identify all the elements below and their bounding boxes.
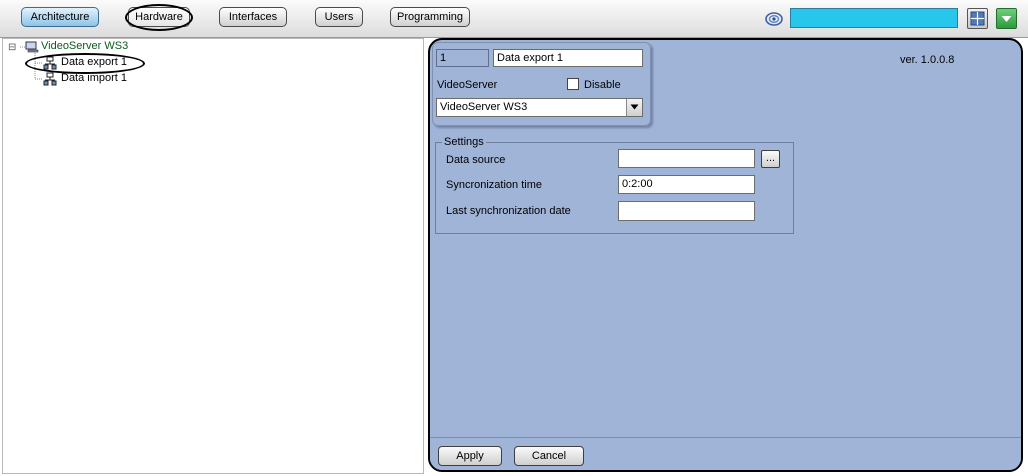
object-name-field[interactable]: Data export 1 [493, 49, 643, 67]
top-toolbar: Architecture Hardware Interfaces Users P… [0, 0, 1028, 38]
server-icon [25, 41, 39, 53]
data-export-icon [43, 56, 57, 70]
parent-select[interactable]: VideoServer WS3 [436, 98, 643, 117]
object-tree: ⊟ VideoServer WS3 Data export 1 Data imp… [2, 38, 424, 474]
select-dropdown-button[interactable] [626, 99, 642, 116]
tab-interfaces[interactable]: Interfaces [219, 7, 287, 27]
tree-item-label: VideoServer WS3 [41, 40, 129, 52]
parent-select-value: VideoServer WS3 [440, 101, 528, 113]
chevron-down-icon [630, 104, 639, 110]
cancel-button[interactable]: Cancel [514, 446, 584, 466]
disable-checkbox[interactable] [567, 78, 579, 90]
data-import-icon [43, 72, 57, 86]
action-bar: Apply Cancel [430, 437, 1021, 470]
version-label: ver. 1.0.0.8 [900, 54, 955, 66]
tab-users[interactable]: Users [315, 7, 363, 27]
last-sync-field[interactable] [618, 201, 755, 221]
tab-hardware[interactable]: Hardware [128, 7, 190, 27]
tab-programming[interactable]: Programming [390, 7, 470, 27]
sync-time-label: Syncronization time [446, 179, 542, 191]
settings-legend: Settings [442, 136, 486, 148]
data-source-field[interactable] [618, 149, 755, 168]
disable-label: Disable [584, 79, 621, 91]
tree-item-label: Data import 1 [61, 72, 128, 84]
tree-expander[interactable]: ⊟ [8, 40, 20, 55]
tree-item-label: Data export 1 [61, 56, 128, 68]
dropdown-arrow-icon [1001, 16, 1012, 22]
last-sync-label: Last synchronization date [446, 205, 571, 217]
layout-grid-button[interactable] [967, 8, 988, 29]
menu-dropdown-button[interactable] [996, 8, 1017, 29]
browse-button[interactable]: ... [761, 150, 780, 168]
parent-label: VideoServer [437, 79, 498, 91]
sync-time-field[interactable]: 0:2:00 [618, 175, 755, 194]
object-id-field[interactable]: 1 [436, 49, 489, 67]
search-field[interactable] [790, 8, 958, 28]
data-source-label: Data source [446, 154, 506, 166]
tab-architecture[interactable]: Architecture [21, 7, 99, 27]
settings-panel: 1 Data export 1 VideoServer Disable Vide… [428, 38, 1023, 472]
swirl-icon[interactable] [764, 11, 784, 27]
apply-button[interactable]: Apply [438, 446, 502, 466]
layout-grid-icon [970, 11, 985, 26]
